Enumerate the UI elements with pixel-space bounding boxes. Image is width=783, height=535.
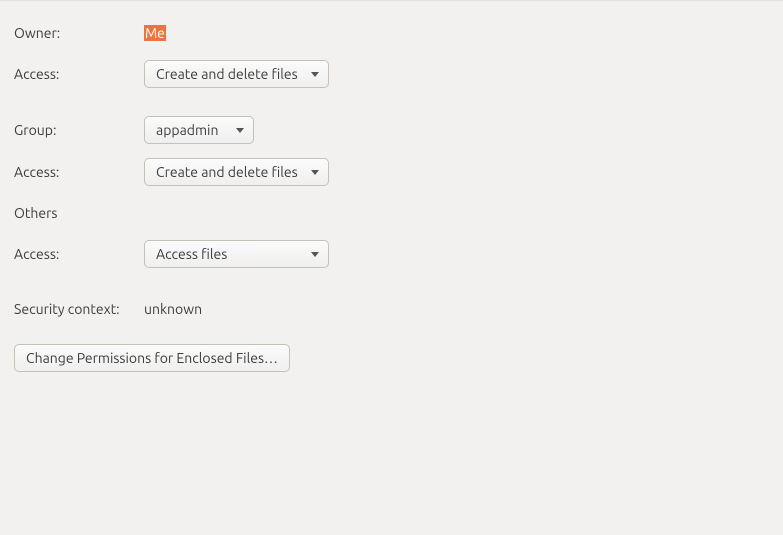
group-dropdown[interactable]: appadmin	[144, 116, 254, 144]
security-context-label: Security context:	[14, 301, 144, 317]
group-access-label: Access:	[14, 164, 144, 180]
others-access-row: Access: Access files	[14, 240, 769, 268]
chevron-down-icon	[236, 128, 244, 133]
group-access-value: Create and delete files	[156, 164, 298, 180]
group-access-row: Access: Create and delete files	[14, 158, 769, 186]
change-enclosed-label: Change Permissions for Enclosed Files…	[26, 350, 278, 366]
group-row: Group: appadmin	[14, 116, 769, 144]
owner-value-wrap: Me	[144, 25, 166, 41]
security-context-value: unknown	[144, 301, 202, 317]
chevron-down-icon	[311, 252, 319, 257]
group-label: Group:	[14, 122, 144, 138]
change-enclosed-button[interactable]: Change Permissions for Enclosed Files…	[14, 344, 290, 372]
group-value: appadmin	[156, 122, 218, 138]
group-access-dropdown[interactable]: Create and delete files	[144, 158, 329, 186]
permissions-panel: Owner: Me Access: Create and delete file…	[0, 2, 783, 390]
owner-access-dropdown[interactable]: Create and delete files	[144, 60, 329, 88]
others-label: Others	[14, 205, 144, 221]
others-header-row: Others	[14, 200, 769, 226]
owner-row: Owner: Me	[14, 20, 769, 46]
security-context-row: Security context: unknown	[14, 296, 769, 322]
others-access-dropdown[interactable]: Access files	[144, 240, 329, 268]
owner-access-label: Access:	[14, 66, 144, 82]
owner-value: Me	[144, 25, 166, 41]
owner-label: Owner:	[14, 25, 144, 41]
others-access-label: Access:	[14, 246, 144, 262]
chevron-down-icon	[311, 72, 319, 77]
owner-access-row: Access: Create and delete files	[14, 60, 769, 88]
owner-access-value: Create and delete files	[156, 66, 298, 82]
others-access-value: Access files	[156, 246, 227, 262]
chevron-down-icon	[311, 170, 319, 175]
